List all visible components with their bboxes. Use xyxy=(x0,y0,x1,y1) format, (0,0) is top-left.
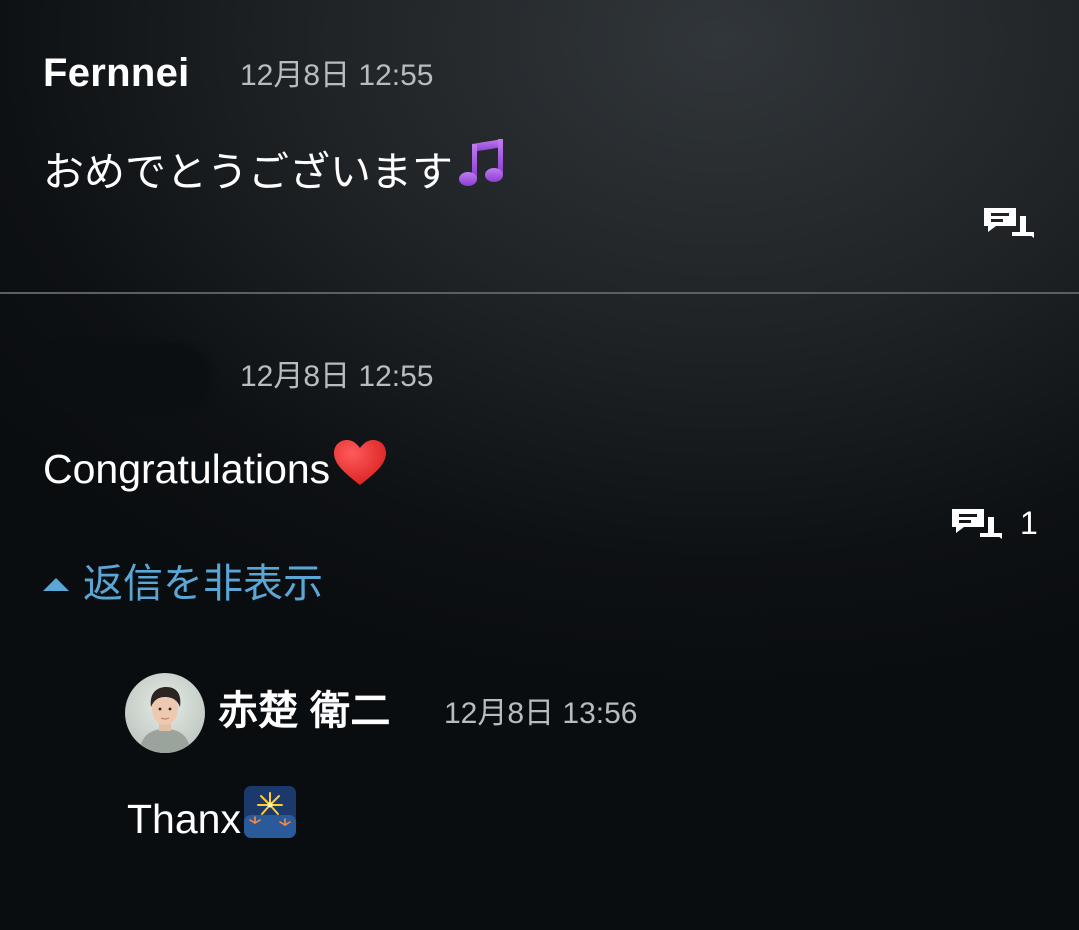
hide-replies-label: 返信を非表示 xyxy=(83,562,323,606)
reply-text: Thanx xyxy=(127,785,297,844)
avatar-portrait-icon xyxy=(125,673,205,753)
caret-up-icon xyxy=(43,577,69,591)
reply-item: 赤楚 衛二 12月8日 13:56 Thanx xyxy=(0,660,1079,860)
reply-bubbles-icon xyxy=(984,208,1034,238)
hide-replies-toggle[interactable]: 返信を非表示 xyxy=(43,561,323,607)
reply-timestamp: 12月8日 13:56 xyxy=(444,697,638,730)
comment-item: Fernnei 12月8日 12:55 おめでとうございます xyxy=(0,0,1079,292)
reply-text-content: Thanx xyxy=(127,796,241,842)
reply-bubbles-icon xyxy=(952,509,1002,539)
avatar[interactable] xyxy=(125,673,205,753)
comment-text: おめでとうございます xyxy=(43,136,511,197)
comment-text-content: Congratulations xyxy=(43,446,331,492)
comment-item: 12月8日 12:55 Congratulations 1 返信を非表示 xyxy=(0,293,1079,613)
reply-count: 1 xyxy=(1020,505,1038,541)
musical-notes-emoji-icon xyxy=(459,139,503,186)
comment-text: Congratulations xyxy=(43,439,388,494)
fireworks-emoji-icon xyxy=(243,786,296,838)
reply-author[interactable]: 赤楚 衛二 xyxy=(218,688,391,734)
comment-author[interactable]: Fernnei xyxy=(43,50,190,96)
comment-text-content: おめでとうございます xyxy=(43,149,453,195)
red-heart-emoji-icon xyxy=(334,440,387,485)
redacted-author-name xyxy=(40,343,212,409)
reply-button[interactable]: 1 xyxy=(950,505,1038,541)
reply-button[interactable] xyxy=(982,204,1038,240)
comment-timestamp: 12月8日 12:55 xyxy=(240,360,434,393)
comment-timestamp: 12月8日 12:55 xyxy=(240,59,434,92)
